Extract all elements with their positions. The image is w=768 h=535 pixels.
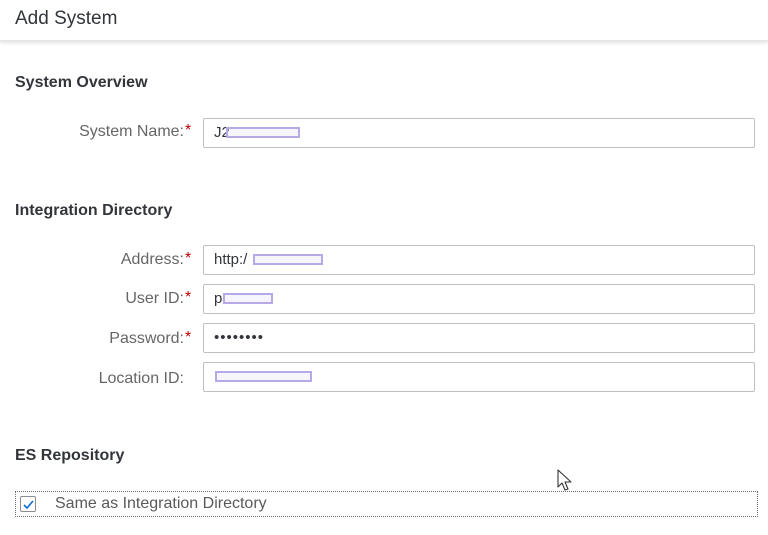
address-value: http:/: [214, 251, 248, 268]
dialog-title: Add System: [15, 8, 118, 29]
checkmark-icon: [23, 500, 34, 510]
redaction-box: [253, 254, 323, 265]
user-id-value: p: [214, 290, 223, 307]
same-as-integration-directory-checkbox[interactable]: [20, 496, 36, 512]
password-required-marker: *: [185, 329, 192, 346]
password-label: Password:: [109, 330, 184, 347]
password-input[interactable]: ••••••••: [203, 323, 755, 353]
section-title-integration-directory: Integration Directory: [15, 202, 173, 219]
location-id-input[interactable]: [203, 362, 755, 392]
redaction-box: [223, 293, 273, 304]
user-id-label: User ID:: [125, 290, 184, 307]
add-system-dialog: Add System System Overview System Name: …: [0, 0, 768, 535]
address-label: Address:: [120, 251, 184, 268]
password-value: ••••••••: [214, 329, 265, 346]
user-id-input[interactable]: p: [203, 284, 755, 314]
dialog-header: Add System: [0, 0, 768, 41]
section-title-es-repository: ES Repository: [15, 447, 125, 464]
redaction-box: [226, 127, 300, 138]
mouse-pointer-icon: [557, 469, 572, 491]
address-input[interactable]: http:/: [203, 245, 755, 275]
redaction-box: [215, 371, 312, 382]
system-name-input[interactable]: J2: [203, 118, 755, 148]
same-as-integration-directory-option[interactable]: Same as Integration Directory: [15, 491, 758, 517]
address-required-marker: *: [185, 250, 192, 267]
system-name-required-marker: *: [185, 122, 192, 139]
section-title-system-overview: System Overview: [15, 74, 148, 91]
same-as-integration-directory-label: Same as Integration Directory: [55, 495, 267, 512]
system-name-label: System Name:: [79, 123, 184, 140]
location-id-label: Location ID:: [98, 370, 184, 387]
user-id-required-marker: *: [185, 289, 192, 306]
